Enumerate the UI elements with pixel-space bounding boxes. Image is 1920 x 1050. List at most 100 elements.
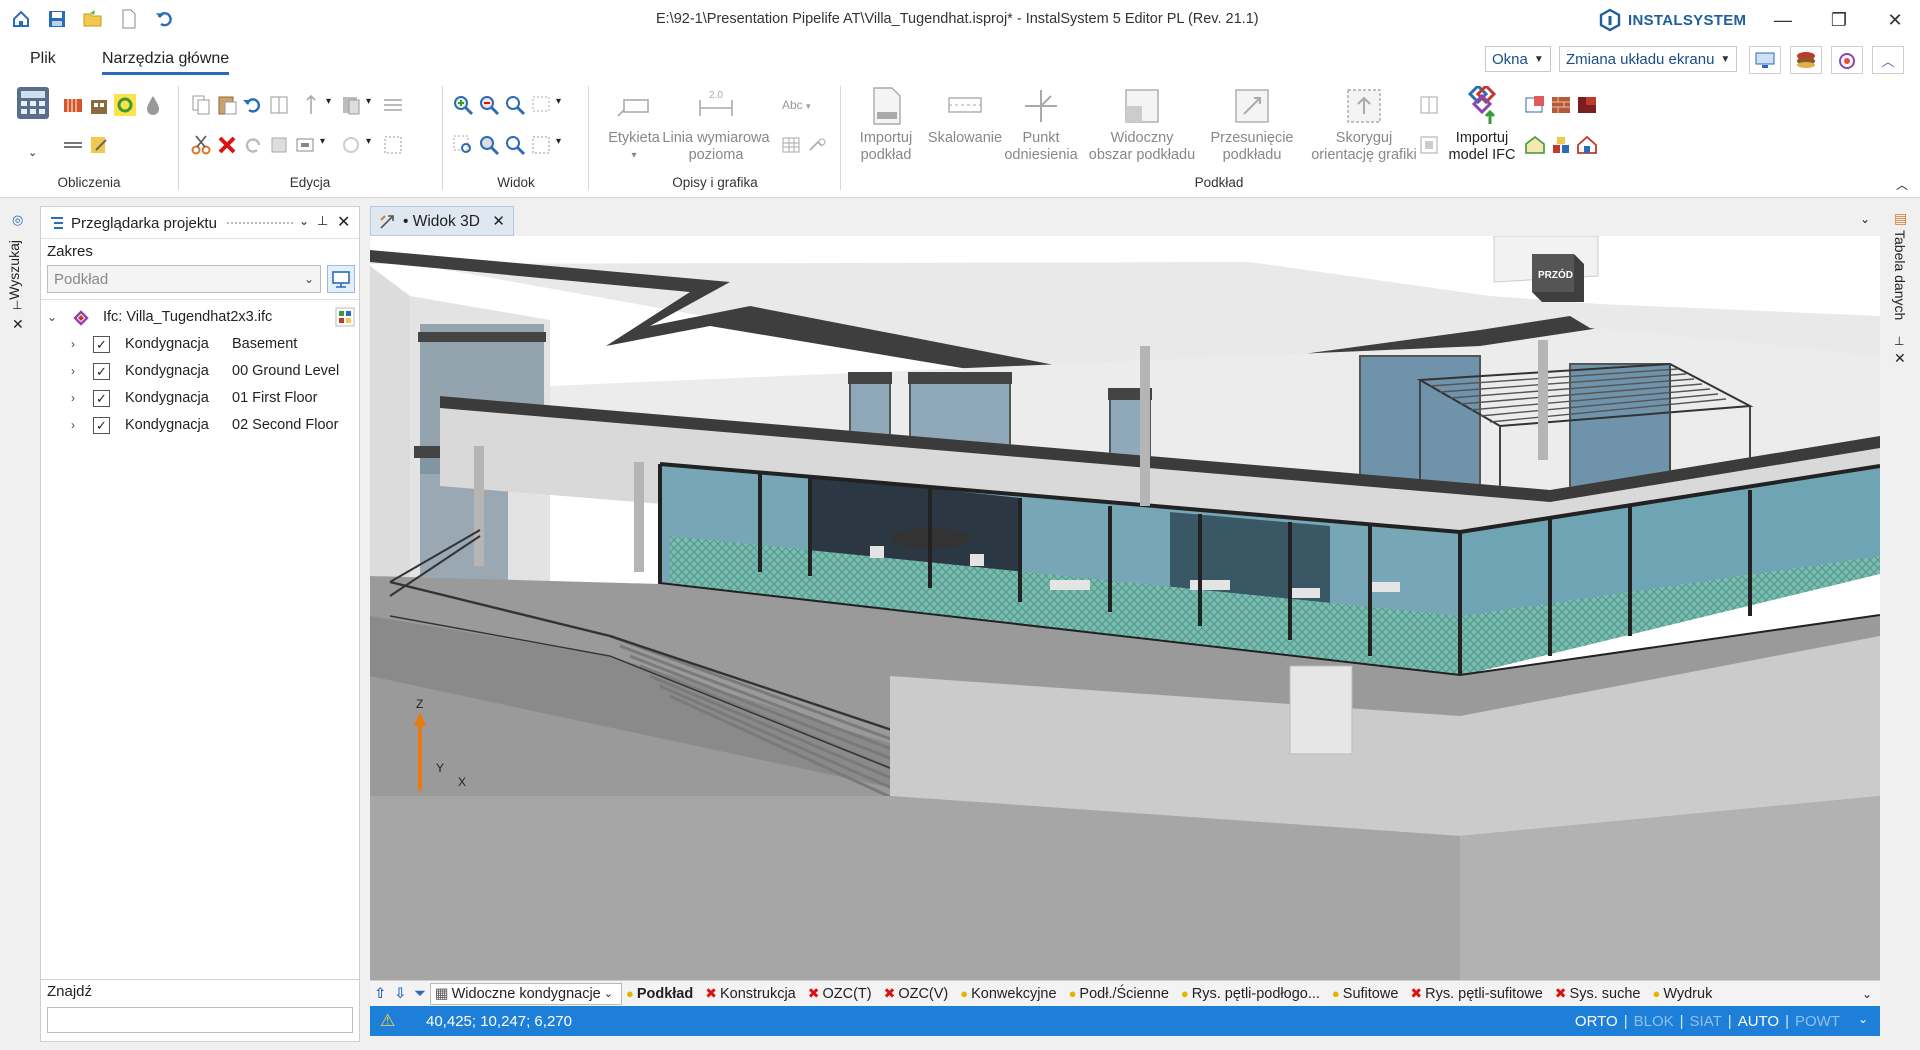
layer-toggle[interactable]: ● Podkład [622,983,701,1005]
chevron-down-icon[interactable]: ⌄ [1862,987,1880,1001]
visible-floors-dropdown[interactable]: ▦ Widoczne kondygnacje ⌄ [429,982,622,1005]
redo-icon[interactable] [242,134,264,156]
tab-plik[interactable]: Plik [30,50,56,68]
zakres-select[interactable]: Podkład ⌄ [47,265,321,293]
chevron-down-icon[interactable]: ▾ [326,96,331,107]
split-view-icon[interactable] [1418,94,1440,116]
status-mode-toggle[interactable]: AUTO [1738,1013,1779,1030]
copy-icon[interactable] [190,94,212,116]
refresh-calc-icon[interactable] [114,94,136,116]
layer-toggle[interactable]: ● Podł./Ścienne [1065,983,1177,1005]
undo-icon[interactable] [242,94,264,116]
panel-icon[interactable] [268,94,290,116]
blocks-icon[interactable] [1550,134,1572,156]
graphic-edit-icon[interactable] [806,134,828,156]
filter-icon[interactable]: ⏷ [410,986,430,1002]
punkt-odniesienia-button[interactable]: Punkt odniesienia [1000,86,1082,164]
pin-icon[interactable]: ⊥ [317,213,328,229]
floor-checkbox[interactable]: ✓ [93,363,110,380]
skoryguj-orientacje-button[interactable]: Skoryguj orientację grafiki [1300,86,1428,164]
close-icon[interactable]: ✕ [337,212,350,232]
chevron-down-icon[interactable]: ▾ [366,96,371,107]
layer-toggle[interactable]: ✖ Rys. pętli-sufitowe [1406,983,1550,1005]
frame-icon[interactable] [1418,134,1440,156]
plugin-button[interactable] [1831,46,1863,74]
collapse-ribbon-icon[interactable]: ︿ [1896,176,1908,193]
skalowanie-button[interactable]: Skalowanie [920,86,1010,147]
tree-options-icon[interactable] [335,307,355,327]
tree-root[interactable]: ⌄ Ifc: Villa_Tugendhat2x3.ifc [41,304,359,331]
scissors-icon[interactable] [190,134,212,156]
close-icon[interactable]: ✕ [492,212,505,230]
abc-button[interactable]: Abc ▾ [782,98,811,112]
house-color-icon[interactable] [1524,134,1546,156]
tabela-danych-tab[interactable]: Tabela danych [1892,230,1908,320]
data-table-icon[interactable]: ▤ [1894,210,1907,227]
chevron-down-icon[interactable]: ⌄ [1858,1012,1868,1026]
select-area-icon[interactable] [382,134,404,156]
layer-toggle[interactable]: ● Sufitowe [1328,983,1406,1005]
close-icon[interactable]: ✕ [12,316,24,333]
zoom-realtime-icon[interactable] [504,134,526,156]
restore-button[interactable]: ❐ [1816,4,1862,36]
split-arrow-icon[interactable] [300,94,322,116]
status-mode-toggle[interactable]: ORTO [1575,1013,1618,1030]
chevron-down-icon[interactable]: ⌄ [28,146,37,159]
chevron-down-icon[interactable]: ▾ [366,136,371,147]
layer-toggle[interactable]: ✖ OZC(T) [804,983,880,1005]
importuj-model-ifc-button[interactable]: Importuj model IFC [1444,86,1520,164]
floor-checkbox[interactable]: ✓ [93,390,110,407]
chevron-down-icon[interactable]: ▾ [320,136,325,147]
zakres-options-button[interactable] [327,265,355,293]
tab-narzedzia-glowne[interactable]: Narzędzia główne [102,50,230,75]
table-icon[interactable] [780,134,802,156]
zoom-in-icon[interactable] [452,94,474,116]
przesuniecie-podkladu-button[interactable]: Przesunięcie podkładu [1204,86,1300,164]
viewcube-label[interactable]: PRZÓD [1538,268,1573,281]
group-icon[interactable] [294,134,316,156]
pipe-lines-icon[interactable] [62,134,84,156]
collapse-ribbon-button[interactable]: ︿ [1872,46,1904,74]
arrow-up-icon[interactable]: ⇧ [370,986,390,1002]
importuj-podklad-button[interactable]: Importuj podkład [846,86,926,164]
status-mode-toggle[interactable]: POWT [1795,1013,1840,1030]
wyszukaj-tab[interactable]: Wyszukaj [6,240,22,300]
zoom-window-icon[interactable] [530,94,552,116]
layout-dropdown[interactable]: Zmiana układu ekranu ▼ [1559,46,1738,72]
layer-toggle[interactable]: ✖ OZC(V) [880,983,957,1005]
paste-icon[interactable] [216,94,238,116]
floor-checkbox[interactable]: ✓ [93,336,110,353]
layer-toggle[interactable]: ● Rys. pętli-podłogo... [1177,983,1328,1005]
open-folder-icon[interactable] [80,6,106,32]
pin-icon[interactable]: ⊥ [1894,334,1904,348]
chevron-down-icon[interactable]: ▾ [556,136,561,147]
tree-item[interactable]: › ✓ Kondygnacja 01 First Floor [41,385,359,412]
layer-toggle[interactable]: ✖ Konstrukcja [701,983,804,1005]
water-drop-icon[interactable] [142,94,164,116]
brick-icon[interactable] [1576,94,1598,116]
zoom-fit-icon[interactable] [504,94,526,116]
new-file-icon[interactable] [116,6,142,32]
floor-checkbox[interactable]: ✓ [93,417,110,434]
building-calc-icon[interactable] [88,94,110,116]
warning-icon[interactable]: ⚠ [380,1011,395,1031]
widoczny-obszar-button[interactable]: Widoczny obszar podkładu [1082,86,1202,164]
linia-wymiarowa-button[interactable]: 2.0 Linia wymiarowa pozioma [658,86,774,164]
save-icon[interactable] [44,6,70,32]
tab-widok-3d[interactable]: • Widok 3D ✕ [370,206,514,236]
close-icon[interactable]: ✕ [1894,350,1906,367]
search-input[interactable] [47,1007,353,1033]
rotate-icon[interactable] [340,134,362,156]
tree-item[interactable]: › ✓ Kondygnacja Basement [41,331,359,358]
chevron-down-icon[interactable]: ⌄ [299,214,309,228]
align-icon[interactable] [382,94,404,116]
undo-icon[interactable] [152,6,178,32]
radiator-icon[interactable] [62,94,84,116]
tree-item[interactable]: › ✓ Kondygnacja 00 Ground Level [41,358,359,385]
pin-icon[interactable]: ⊥ [12,298,22,312]
chevron-right-icon[interactable]: › [71,418,75,432]
tree-item[interactable]: › ✓ Kondygnacja 02 Second Floor [41,412,359,439]
zoom-out-icon[interactable] [478,94,500,116]
chevron-right-icon[interactable]: › [71,337,75,351]
okna-dropdown[interactable]: Okna ▼ [1485,46,1551,72]
